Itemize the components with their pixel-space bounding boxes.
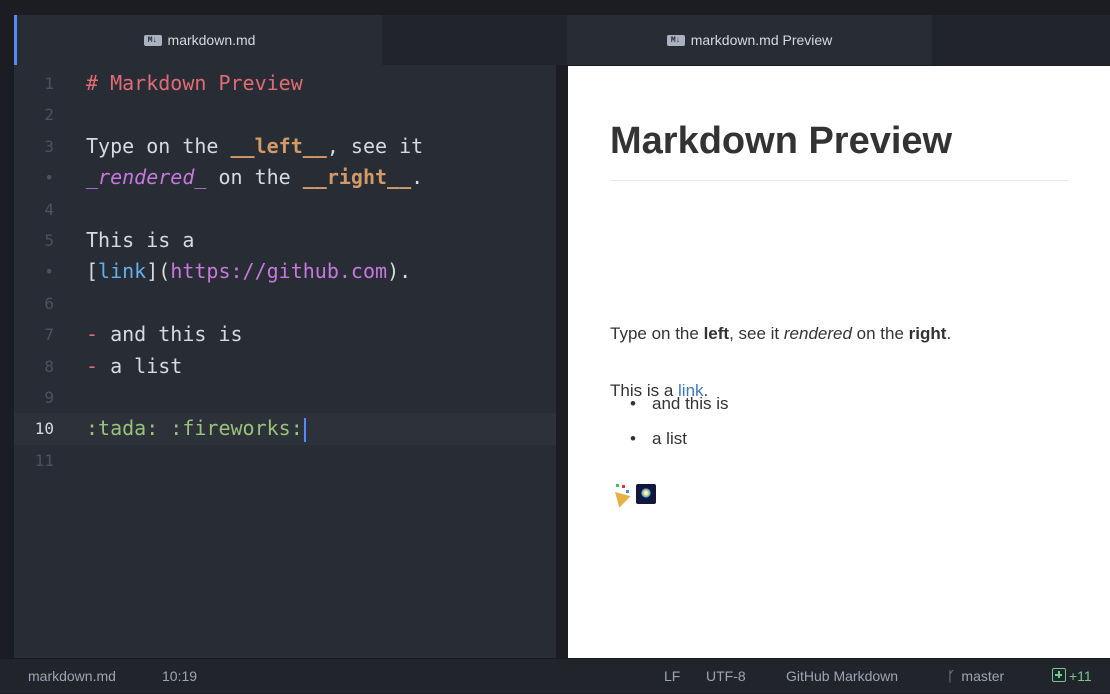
code-token: :tada: :fireworks: (86, 416, 303, 441)
line-text: Type on the __left__, see it (86, 131, 423, 162)
code-token: __right__ (302, 165, 412, 190)
line-number: 2 (44, 105, 54, 125)
preview-tab-bar: M↓ markdown.md Preview (556, 15, 1110, 65)
code-token: _rendered_ (86, 165, 207, 190)
code-line[interactable]: 1 # Markdown Preview (14, 68, 556, 99)
line-text: - and this is (86, 319, 243, 350)
branch-name: master (961, 668, 1005, 684)
preview-paragraph-1: Type on the left, see it rendered on the… (610, 324, 951, 344)
code-token: Type on the (86, 133, 231, 158)
line-number: • (44, 262, 54, 282)
code-token: link (98, 259, 147, 284)
tab-title: markdown.md Preview (690, 32, 833, 48)
code-token: - (86, 353, 99, 378)
line-number: 7 (44, 325, 54, 345)
line-number: 6 (44, 293, 54, 313)
line-number: 4 (44, 199, 54, 219)
preview-list: and this is a list (630, 386, 729, 456)
list-item: and this is (630, 386, 729, 421)
fireworks-icon (636, 484, 656, 504)
text-span: . (946, 324, 952, 343)
code-line[interactable]: • _rendered_ on the __right__. (14, 162, 556, 193)
markdown-file-icon: M↓ (143, 34, 162, 46)
window-top-strip (0, 0, 1110, 10)
status-bar: markdown.md 10:19 LF UTF-8 GitHub Markdo… (0, 658, 1110, 693)
code-token: __left__ (230, 133, 327, 158)
markdown-file-icon: M↓ (666, 34, 685, 46)
code-line[interactable]: 4 (14, 194, 556, 225)
line-text: _rendered_ on the __right__. (86, 162, 423, 193)
code-line[interactable]: 6 (14, 288, 556, 319)
bold-text: right (908, 324, 947, 343)
text-cursor (303, 417, 306, 442)
line-number: 10 (34, 419, 54, 439)
code-line[interactable]: • [link](https://github.com). (14, 256, 556, 287)
code-token: https://github.com (170, 259, 388, 284)
code-token: - (86, 322, 99, 347)
emoji-row (609, 484, 656, 508)
status-cursor-position[interactable]: 10:19 (162, 659, 197, 693)
tab-markdown-md[interactable]: M↓ markdown.md (14, 15, 382, 65)
preview-heading: Markdown Preview (610, 116, 1068, 181)
tab-markdown-preview[interactable]: M↓ markdown.md Preview (567, 15, 932, 65)
status-grammar[interactable]: GitHub Markdown (786, 659, 898, 693)
code-line[interactable]: 11 (14, 445, 556, 476)
status-file-name[interactable]: markdown.md (28, 659, 116, 693)
code-token: , see it (326, 133, 424, 158)
code-token: ). (387, 259, 412, 284)
code-token: # Markdown Preview (86, 71, 303, 95)
code-token: . (411, 165, 424, 190)
code-token: on the (206, 165, 303, 190)
code-editor[interactable]: 1 # Markdown Preview 2 3 Type on the __left_… (14, 68, 556, 476)
status-branch[interactable]: ᚴ master (947, 659, 1004, 693)
line-text: :tada: :fireworks: (86, 413, 306, 444)
list-item: a list (630, 421, 729, 456)
tab-title: markdown.md (167, 32, 256, 48)
status-line-ending[interactable]: LF (664, 659, 680, 693)
line-text: # Markdown Preview (86, 68, 303, 99)
line-number: • (44, 168, 54, 188)
code-line[interactable]: 5 This is a (14, 225, 556, 256)
git-branch-icon: ᚴ (947, 669, 956, 685)
code-token: This is a (86, 227, 195, 252)
line-number: 5 (44, 230, 54, 250)
tada-icon (609, 484, 631, 508)
line-number: 3 (44, 136, 54, 156)
line-number: 9 (44, 387, 54, 407)
italic-text: rendered (783, 324, 852, 343)
line-text: This is a (86, 225, 194, 256)
code-token: [ (86, 259, 99, 284)
editor-tab-bar: M↓ markdown.md (14, 15, 556, 65)
markdown-preview: Markdown Preview Type on the left, see i… (568, 66, 1110, 658)
preview-pane: M↓ markdown.md Preview Markdown Preview … (556, 15, 1110, 658)
text-span: Type on the (610, 324, 704, 343)
line-number: 8 (44, 356, 54, 376)
code-line[interactable]: 10 :tada: :fireworks: (14, 413, 556, 445)
code-token: ]( (146, 259, 171, 284)
line-text: - a list (86, 351, 182, 382)
code-token: and this is (98, 322, 243, 347)
code-token: a list (98, 353, 183, 378)
code-line[interactable]: 7 - and this is (14, 319, 556, 350)
text-span: on the (851, 324, 909, 343)
git-diff-icon (1052, 668, 1066, 682)
code-line[interactable]: 3 Type on the __left__, see it (14, 131, 556, 162)
line-text: [link](https://github.com). (86, 256, 411, 287)
status-diff-count[interactable]: +11 (1069, 659, 1092, 693)
line-number: 11 (34, 450, 54, 470)
code-line[interactable]: 8 - a list (14, 351, 556, 382)
code-line[interactable]: 2 (14, 99, 556, 130)
bold-text: left (703, 324, 730, 343)
line-number: 1 (44, 74, 54, 93)
code-line[interactable]: 9 (14, 382, 556, 413)
text-span: , see it (729, 324, 784, 343)
editor-pane[interactable]: M↓ markdown.md 1 # Markdown Preview 2 3 Type… (14, 15, 556, 658)
status-encoding[interactable]: UTF-8 (706, 659, 746, 693)
